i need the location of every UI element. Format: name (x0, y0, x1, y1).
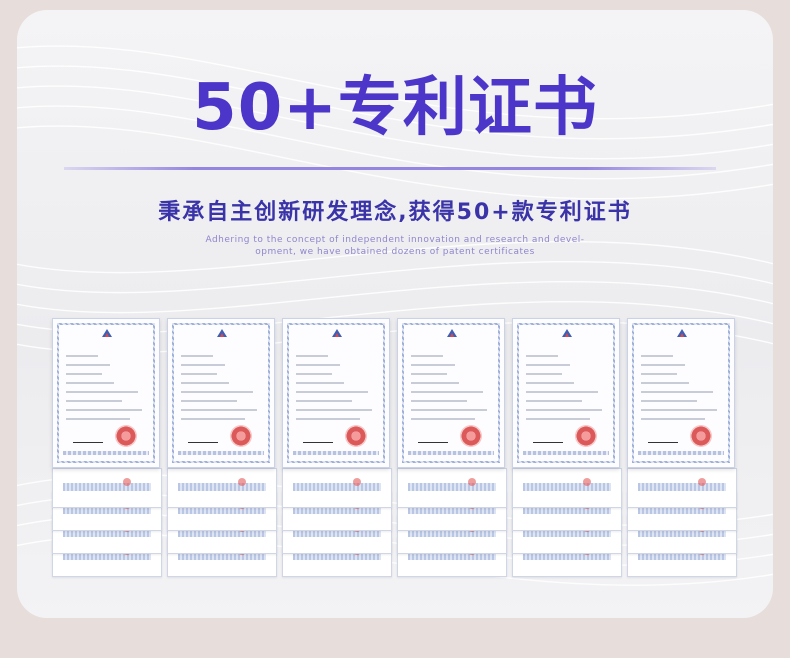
patent-certificate (167, 318, 275, 468)
cnipa-logo-icon (332, 329, 342, 337)
signature (188, 434, 218, 443)
sheet-border-band (63, 483, 151, 491)
cnipa-logo-icon (677, 329, 687, 337)
certificate-footer-band (408, 451, 494, 455)
signature (533, 434, 563, 443)
patent-certificate (282, 318, 390, 468)
certificate-text-lines (181, 355, 261, 427)
sheet-border-band (293, 483, 381, 491)
signature (303, 434, 333, 443)
certificate-stack (512, 318, 622, 577)
cnipa-logo-icon (217, 329, 227, 337)
subtitle: 秉承自主创新研发理念,获得50+款专利证书 (158, 200, 632, 225)
certificate-stack (397, 318, 507, 577)
stacked-certificate-sheet (627, 468, 737, 508)
cnipa-logo-icon (102, 329, 112, 337)
sheet-seal-edge (583, 478, 591, 486)
patent-certificate (512, 318, 620, 468)
english-description-line-1: Adhering to the concept of independent i… (205, 235, 585, 245)
certificate-stack (167, 318, 277, 577)
signature (73, 434, 103, 443)
certificate-text-lines (641, 355, 721, 427)
certificate-stack (52, 318, 162, 577)
stacked-certificate-sheet (512, 468, 622, 508)
sheet-seal-edge (238, 478, 246, 486)
cnipa-logo-icon (562, 329, 572, 337)
content-card: 50+专利证书 秉承自主创新研发理念,获得50+款专利证书 Adhering t… (17, 10, 773, 618)
certificate-stack (627, 318, 737, 577)
stacked-certificate-sheet (397, 468, 507, 508)
certificate-footer-band (178, 451, 264, 455)
signature (418, 434, 448, 443)
official-seal-icon (460, 425, 482, 447)
official-seal-icon (575, 425, 597, 447)
certificate-text-lines (66, 355, 146, 427)
official-seal-icon (690, 425, 712, 447)
signature (648, 434, 678, 443)
certificate-text-lines (411, 355, 491, 427)
stacked-certificate-sheet (282, 468, 392, 508)
certificate-footer-band (523, 451, 609, 455)
sheet-border-band (408, 483, 496, 491)
sheet-border-band (523, 483, 611, 491)
bottom-strip (0, 627, 790, 658)
certificate-stack (282, 318, 392, 577)
official-seal-icon (345, 425, 367, 447)
patent-certificate (52, 318, 160, 468)
official-seal-icon (115, 425, 137, 447)
official-seal-icon (230, 425, 252, 447)
certificate-footer-band (63, 451, 149, 455)
sheet-border-band (178, 483, 266, 491)
certificate-text-lines (526, 355, 606, 427)
stacked-certificate-sheet (52, 468, 162, 508)
english-description: Adhering to the concept of independent i… (177, 234, 613, 258)
certificate-footer-band (293, 451, 379, 455)
cnipa-logo-icon (447, 329, 457, 337)
sheet-seal-edge (123, 478, 131, 486)
patent-certificate (627, 318, 735, 468)
certificate-gallery (52, 318, 742, 577)
patent-certificate (397, 318, 505, 468)
page-title: 50+专利证书 (192, 71, 598, 145)
sheet-seal-edge (468, 478, 476, 486)
sheet-border-band (638, 483, 726, 491)
certificate-text-lines (296, 355, 376, 427)
title-divider (64, 167, 716, 170)
certificate-footer-band (638, 451, 724, 455)
sheet-seal-edge (353, 478, 361, 486)
english-description-line-2: opment, we have obtained dozens of paten… (255, 247, 535, 257)
sheet-seal-edge (698, 478, 706, 486)
stacked-certificate-sheet (167, 468, 277, 508)
